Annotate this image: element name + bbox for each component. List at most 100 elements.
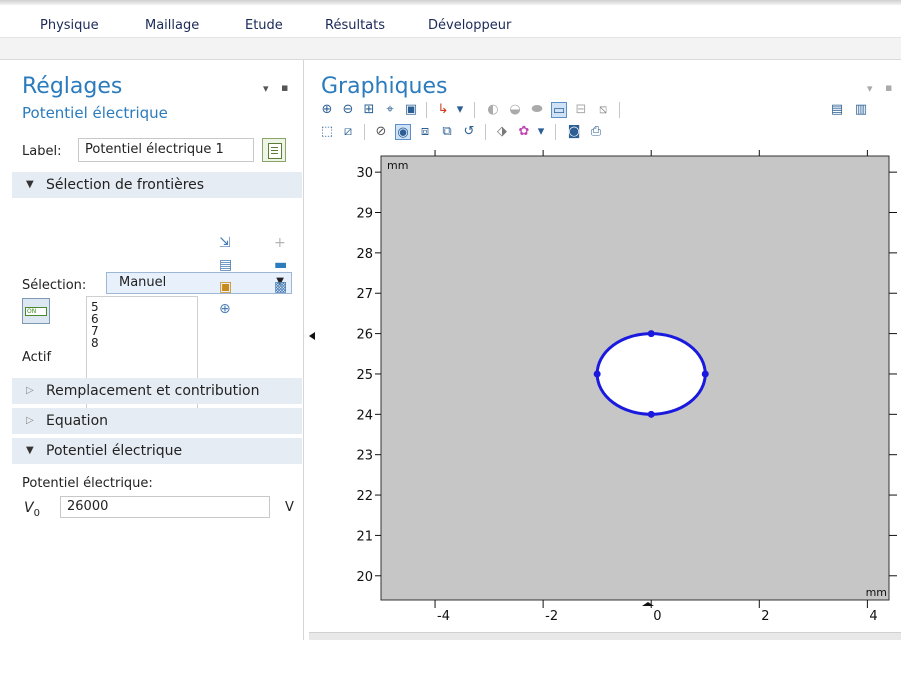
section-equation[interactable]: ▷ Equation [12,408,302,434]
pin-icon[interactable]: ▪ [281,81,288,94]
settings-title: Réglages [22,74,123,99]
ribbon-strip [0,38,901,60]
circle-boundary[interactable] [595,332,707,416]
toolbar-separator [619,102,620,118]
color-palette-icon[interactable]: ✿ [516,124,532,140]
copy-selection-icon[interactable]: ▤ [219,258,232,272]
print-image-icon[interactable]: ⎙ [588,124,604,140]
y-tick-label: 27 [356,287,373,302]
y-tick-label: 22 [356,489,373,504]
grid-icon[interactable]: ⊟ [573,102,589,118]
x-tick-label: -2 [545,609,558,624]
menu-resultats[interactable]: Résultats [325,18,385,33]
show-geom-icon[interactable]: ◉ [395,124,411,140]
zoom-to-selection-icon[interactable]: ⊕ [219,302,231,316]
boundary-vertex[interactable] [593,370,601,378]
section-potential-label: Potentiel électrique [46,443,183,459]
section-equation-label: Equation [46,413,109,429]
reset-icon[interactable]: ↺ [461,124,477,140]
view-edit-icon[interactable]: ⧉ [439,124,455,140]
remove-icon[interactable]: ▬ [274,258,287,272]
y-axis-unit: mm [387,159,408,172]
reset-label-icon[interactable] [262,138,286,162]
collapsed-triangle-icon: ▷ [26,385,34,396]
axis-orientation-icon[interactable]: ↳ [435,102,451,118]
expanded-triangle-icon: ▼ [26,179,34,190]
zoom-in-icon[interactable]: ⊕ [319,102,335,118]
y-tick-label: 30 [356,166,373,181]
selection-dropdown[interactable]: Manuel ▼ [106,272,292,294]
selection-value: Manuel [119,275,167,290]
potential-caption: Potentiel électrique: [22,476,153,491]
boundary-vertex[interactable] [647,410,655,418]
panel-menu-icon[interactable]: ▾ [867,82,873,95]
boundary-list[interactable]: 5 6 7 8 [86,296,198,424]
v0-symbol: V0 [24,500,40,519]
paste-selection-icon[interactable]: ⇲ [219,236,231,250]
print-icon[interactable]: ▤ [829,102,845,118]
deselect-icon[interactable]: ⧄ [340,124,356,140]
section-override[interactable]: ▷ Remplacement et contribution [12,378,302,404]
v0-subscript: 0 [33,507,40,519]
settings-subtitle: Potentiel électrique [22,104,168,122]
section-boundary-selection[interactable]: ▼ Sélection de frontières [12,172,302,198]
hidden-objects-icon[interactable]: ⧈ [417,124,433,140]
section-override-label: Remplacement et contribution [46,383,260,399]
settings-panel: Réglages Potentiel électrique ▾ ▪ Label:… [0,60,304,640]
label-field[interactable]: Potentiel électrique 1 [78,138,254,162]
y-tick-label: 23 [356,449,373,464]
hide-geom-icon[interactable]: ⊘ [373,124,389,140]
menu-etude[interactable]: Etude [245,18,283,33]
list-item[interactable]: 8 [91,337,99,349]
camera-views-icon[interactable]: ⬗ [494,124,510,140]
y-tick-label: 25 [356,368,373,383]
y-tick-label: 28 [356,247,373,262]
panel-menu-icon[interactable]: ▾ [263,82,269,95]
plot-canvas[interactable]: 2021222324252627282930-4 -2 0 2 4 mm mm [309,150,901,692]
left-edge-marker-icon [309,332,315,340]
zoom-box-icon[interactable]: ⊞ [361,102,377,118]
chevron-down-icon[interactable]: ▾ [452,102,468,118]
y-tick-label: 26 [356,328,373,343]
select-boundaries-icon[interactable]: ▩ [274,280,287,294]
zoom-selected-icon[interactable]: ⌖ [382,102,398,118]
active-toggle[interactable]: ON [22,298,50,324]
chevron-down-icon[interactable]: ▾ [533,124,549,140]
collapsed-triangle-icon: ▷ [26,415,34,426]
hide-icon[interactable]: ⧅ [595,102,611,118]
render-mode-icon[interactable]: ▭ [551,102,567,118]
menu-maillage[interactable]: Maillage [145,18,199,33]
section-potential[interactable]: ▼ Potentiel électrique [12,438,302,464]
zoom-extents-icon[interactable]: ▣ [403,102,419,118]
active-label: Actif [22,350,52,365]
graphics-panel: Graphiques ▾ ▪ ⊕ ⊖ ⊞ ⌖ ▣ ↳ ▾ ◐ ◒ ⬬ ▭ ⊟ ⧅… [309,60,901,640]
x-tick-label: 0 [653,609,661,624]
transparency-icon[interactable]: ◒ [507,102,523,118]
menu-physique[interactable]: Physique [40,18,99,33]
x-tick-label: 4 [869,609,877,624]
potential-input[interactable]: 26000 [60,496,270,518]
screenshot-icon[interactable]: ▥ [853,102,869,118]
window-top-border [0,0,901,5]
potential-unit: V [285,500,294,515]
boundary-vertex[interactable] [701,370,709,378]
wireframe-icon[interactable]: ⬬ [529,102,545,118]
y-tick-label: 20 [356,570,373,585]
pin-icon[interactable]: ▪ [885,81,892,94]
toolbar-separator [426,102,427,118]
select-box-icon[interactable]: ⬚ [319,124,335,140]
image-snapshot-icon[interactable]: ◙ [566,124,582,140]
boundary-vertex[interactable] [647,330,655,338]
zoom-out-icon[interactable]: ⊖ [340,102,356,118]
v0-letter: V [24,500,34,516]
clear-selection-icon[interactable]: ▣ [219,280,232,294]
expanded-triangle-icon: ▼ [26,445,34,456]
toolbar-separator [485,124,486,140]
x-axis-unit: mm [866,586,887,599]
y-tick-label: 29 [356,207,373,222]
scene-light-icon[interactable]: ◐ [485,102,501,118]
menu-developpeur[interactable]: Développeur [428,18,511,33]
menu-bar: Physique Maillage Etude Résultats Dévelo… [0,0,901,38]
bottom-panel-edge [309,632,901,640]
add-icon[interactable]: + [274,236,286,250]
